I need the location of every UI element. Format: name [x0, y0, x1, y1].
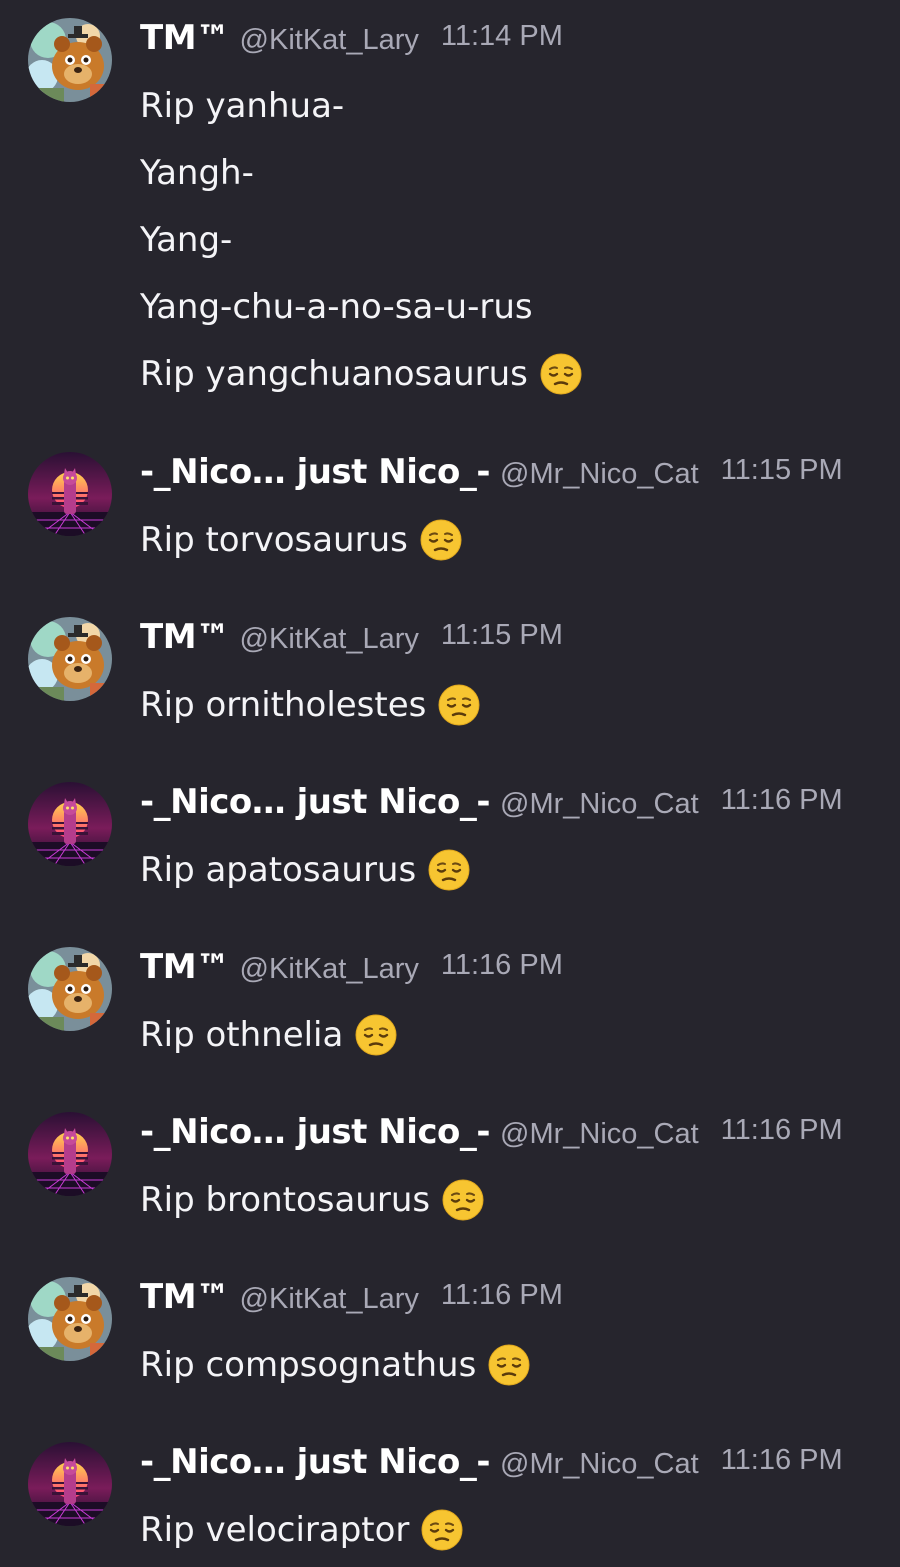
bear-animatronic-avatar[interactable]	[28, 18, 112, 102]
synthwave-cat-avatar[interactable]	[28, 782, 112, 866]
message-line[interactable]: Yangh-	[140, 149, 254, 197]
author-display-name[interactable]: -_Nico… just Nico_-	[140, 1442, 491, 1482]
message-timestamp: 11:15 PM	[720, 454, 843, 486]
message-timestamp: 11:16 PM	[720, 1444, 843, 1476]
pensive-face-icon	[428, 849, 470, 891]
author-handle[interactable]: @Mr_Nico_Cat	[500, 1448, 699, 1481]
author-display-name[interactable]: TM™	[140, 1277, 230, 1317]
pensive-face-icon	[438, 684, 480, 726]
message-text: Rip apatosaurus	[140, 850, 417, 890]
message-timestamp: 11:16 PM	[440, 1279, 563, 1311]
message-line[interactable]: Rip torvosaurus	[140, 516, 462, 564]
author-handle[interactable]: @KitKat_Lary	[240, 623, 419, 656]
message-header: -_Nico… just Nico_- @Mr_Nico_Cat 11:16 P…	[140, 1112, 843, 1164]
author-handle[interactable]: @Mr_Nico_Cat	[500, 1118, 699, 1151]
pensive-face-icon	[355, 1014, 397, 1056]
message-text: Rip yangchuanosaurus	[140, 354, 528, 394]
message-text: Rip yanhua-	[140, 86, 345, 126]
message-line[interactable]: Rip yangchuanosaurus	[140, 350, 582, 398]
author-handle[interactable]: @KitKat_Lary	[240, 953, 419, 986]
message-line[interactable]: Rip othnelia	[140, 1011, 397, 1059]
bear-animatronic-avatar[interactable]	[28, 1277, 112, 1361]
message-line[interactable]: Rip apatosaurus	[140, 846, 470, 894]
message-line[interactable]: Yang-chu-a-no-sa-u-rus	[140, 283, 533, 331]
message-header: -_Nico… just Nico_- @Mr_Nico_Cat 11:16 P…	[140, 782, 843, 834]
author-handle[interactable]: @KitKat_Lary	[240, 24, 419, 57]
message-timestamp: 11:16 PM	[720, 1114, 843, 1146]
message-line[interactable]: Rip velociraptor	[140, 1506, 463, 1554]
author-handle[interactable]: @Mr_Nico_Cat	[500, 788, 699, 821]
synthwave-cat-avatar[interactable]	[28, 1112, 112, 1196]
bear-animatronic-avatar[interactable]	[28, 617, 112, 701]
message-text: Rip ornitholestes	[140, 685, 427, 725]
chat-message-list[interactable]: TM™ @KitKat_Lary 11:14 PM Rip yanhua- Yan…	[0, 0, 900, 1567]
author-display-name[interactable]: TM™	[140, 617, 230, 657]
message-timestamp: 11:16 PM	[720, 784, 843, 816]
message-text: Rip velociraptor	[140, 1510, 410, 1550]
author-display-name[interactable]: TM™	[140, 947, 230, 987]
message-header: TM™ @KitKat_Lary 11:16 PM	[140, 1277, 563, 1329]
synthwave-cat-avatar[interactable]	[28, 1442, 112, 1526]
synthwave-cat-avatar[interactable]	[28, 452, 112, 536]
author-display-name[interactable]: -_Nico… just Nico_-	[140, 782, 491, 822]
message-line[interactable]: Rip yanhua-	[140, 82, 344, 130]
author-display-name[interactable]: -_Nico… just Nico_-	[140, 1112, 491, 1152]
bear-animatronic-avatar[interactable]	[28, 947, 112, 1031]
author-display-name[interactable]: -_Nico… just Nico_-	[140, 452, 491, 492]
message-header: -_Nico… just Nico_- @Mr_Nico_Cat 11:15 P…	[140, 452, 843, 504]
pensive-face-icon	[488, 1344, 530, 1386]
message-text: Yang-chu-a-no-sa-u-rus	[140, 287, 533, 327]
message-text: Yangh-	[140, 153, 254, 193]
message-header: TM™ @KitKat_Lary 11:14 PM	[140, 18, 563, 70]
pensive-face-icon	[442, 1179, 484, 1221]
message-text: Rip compsognathus	[140, 1345, 477, 1385]
author-handle[interactable]: @Mr_Nico_Cat	[500, 458, 699, 491]
message-line[interactable]: Rip brontosaurus	[140, 1176, 484, 1224]
pensive-face-icon	[420, 519, 462, 561]
message-line[interactable]: Rip compsognathus	[140, 1341, 530, 1389]
message-timestamp: 11:14 PM	[440, 20, 563, 52]
author-handle[interactable]: @KitKat_Lary	[240, 1283, 419, 1316]
message-text: Rip othnelia	[140, 1015, 344, 1055]
message-text: Yang-	[140, 220, 233, 260]
author-display-name[interactable]: TM™	[140, 18, 230, 58]
pensive-face-icon	[421, 1509, 463, 1551]
message-timestamp: 11:15 PM	[440, 619, 563, 651]
message-line[interactable]: Yang-	[140, 216, 232, 264]
message-header: TM™ @KitKat_Lary 11:15 PM	[140, 617, 563, 669]
message-header: TM™ @KitKat_Lary 11:16 PM	[140, 947, 563, 999]
message-text: Rip torvosaurus	[140, 520, 408, 560]
message-timestamp: 11:16 PM	[440, 949, 563, 981]
message-header: -_Nico… just Nico_- @Mr_Nico_Cat 11:16 P…	[140, 1442, 843, 1494]
message-line[interactable]: Rip ornitholestes	[140, 681, 480, 729]
pensive-face-icon	[540, 353, 582, 395]
message-text: Rip brontosaurus	[140, 1180, 431, 1220]
